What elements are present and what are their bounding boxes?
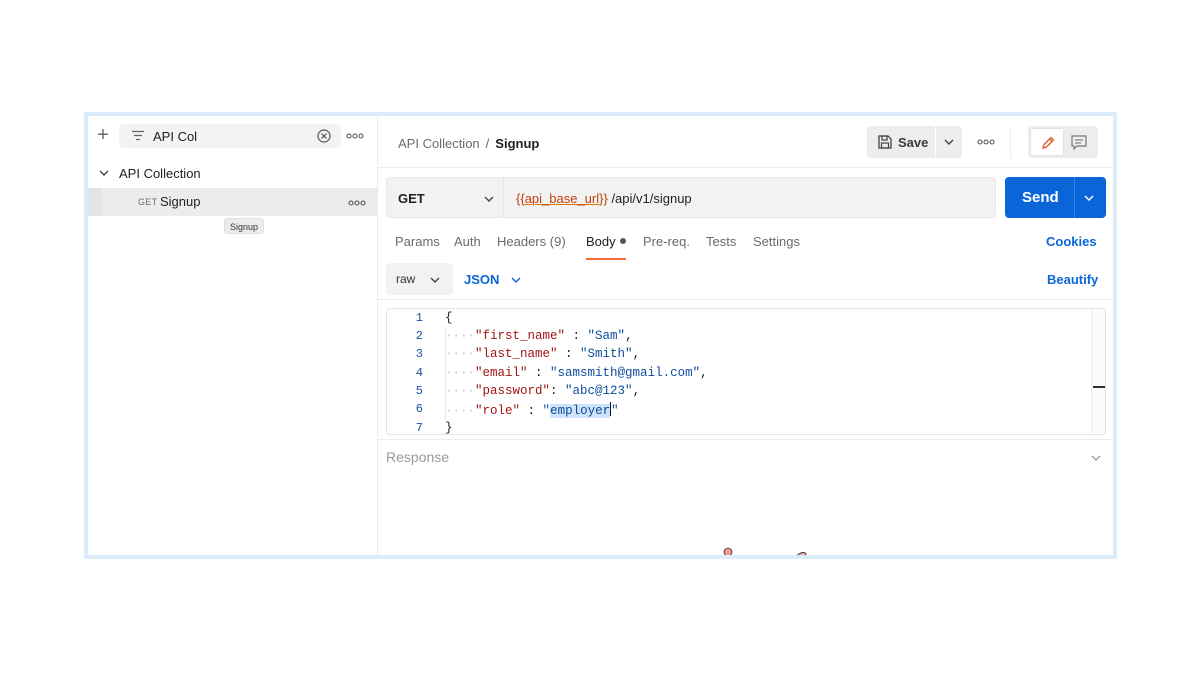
sidebar: + API Col API Collection GET Signup Sign… [88, 116, 378, 555]
modified-dot [619, 238, 626, 244]
request-header: API Collection / Signup Save [378, 116, 1113, 168]
pencil-icon [1042, 136, 1055, 149]
plus-icon[interactable]: + [95, 125, 111, 145]
save-button[interactable]: Save [867, 126, 935, 158]
beautify-button[interactable]: Beautify [1047, 272, 1098, 287]
tab-tests[interactable]: Tests [706, 234, 736, 260]
tab-params[interactable]: Params [395, 234, 440, 260]
url-input[interactable]: {{api_base_url}} /api/v1/signup [504, 177, 996, 218]
sidebar-toolbar: + [88, 116, 378, 158]
url-text: {{api_base_url}} /api/v1/signup [516, 191, 692, 206]
line-number: 6 [415, 402, 423, 416]
line-number: 5 [415, 384, 423, 398]
empty-state-illustration [723, 547, 807, 555]
breadcrumb-current[interactable]: Signup [495, 136, 539, 151]
chevron-down-icon[interactable] [1083, 192, 1095, 204]
collection-item[interactable]: API Collection [88, 162, 378, 186]
cookies-link[interactable]: Cookies [1046, 234, 1097, 249]
filter-icon[interactable] [131, 129, 145, 143]
search-input[interactable] [153, 126, 303, 146]
format-select[interactable]: JSON [462, 263, 532, 295]
send-label: Send [1022, 189, 1059, 206]
divider [378, 299, 1113, 300]
code-line: ····"first_name" : "Sam", [445, 329, 633, 343]
line-number-gutter: 1 2 3 4 5 6 7 [387, 309, 433, 435]
tab-body[interactable]: Body [586, 234, 626, 260]
tab-settings[interactable]: Settings [753, 234, 800, 260]
indent-bar [88, 188, 102, 216]
code-line: ····"email" : "samsmith@gmail.com", [445, 366, 708, 380]
code-line: { [445, 311, 453, 325]
selected-text: employer [550, 404, 611, 418]
breadcrumb-separator: / [485, 136, 490, 151]
format-label: JSON [464, 272, 500, 287]
code-line: ····"last_name" : "Smith", [445, 347, 641, 361]
save-icon [878, 135, 892, 149]
more-options-icon[interactable] [346, 129, 364, 143]
save-dropdown-button[interactable] [936, 126, 962, 158]
request-tabs: Params Auth Headers (9) Body Pre-req. Te… [378, 234, 1113, 260]
request-item-signup[interactable]: GET Signup [88, 188, 378, 216]
chevron-down-icon[interactable] [1090, 452, 1102, 464]
line-number: 4 [415, 366, 423, 380]
chevron-down-icon[interactable] [98, 167, 110, 179]
code-editor[interactable]: 1 2 3 4 5 6 7 { ····"first_name" : "Sam"… [386, 308, 1106, 435]
request-editor: API Collection / Signup Save GET {{api_b… [378, 116, 1113, 555]
more-options-icon[interactable] [348, 197, 366, 209]
chevron-down-icon [944, 139, 954, 145]
method-label: GET [398, 191, 425, 206]
scroll-marker [1093, 386, 1105, 388]
chevron-down-icon [511, 277, 521, 283]
send-divider [1074, 177, 1075, 218]
tab-headers[interactable]: Headers (9) [497, 234, 566, 260]
code-line: } [445, 421, 453, 435]
sidebar-search[interactable] [119, 124, 341, 148]
save-label: Save [898, 135, 929, 150]
tab-auth[interactable]: Auth [454, 234, 481, 260]
clear-search-icon[interactable] [316, 128, 332, 144]
response-panel-header[interactable]: Response [378, 439, 1113, 469]
url-path: /api/v1/signup [607, 191, 692, 206]
breadcrumb: API Collection / Signup [398, 136, 539, 151]
breadcrumb-parent[interactable]: API Collection [398, 136, 480, 151]
chevron-down-icon [430, 277, 440, 283]
more-options-icon[interactable] [977, 136, 995, 148]
view-toggle [1028, 126, 1098, 158]
body-type-label: raw [396, 272, 416, 286]
chevron-down-icon [484, 196, 494, 202]
send-button[interactable]: Send [1005, 177, 1106, 218]
divider [1010, 126, 1011, 158]
tooltip: Signup [224, 218, 265, 234]
code-line: ····"password": "abc@123", [445, 384, 641, 398]
body-type-select[interactable]: raw [386, 263, 453, 295]
app-window: + API Col API Collection GET Signup Sign… [84, 112, 1117, 559]
documentation-icon[interactable] [1070, 134, 1088, 150]
method-select[interactable]: GET [386, 177, 504, 218]
code-line: ····"role" : "employer" [445, 402, 619, 418]
collection-name: API Collection [119, 166, 201, 181]
request-name: Signup [160, 194, 201, 209]
line-number: 3 [415, 347, 423, 361]
method-badge: GET [138, 197, 158, 207]
vertical-scrollbar[interactable] [1091, 309, 1105, 434]
tab-pre-request[interactable]: Pre-req. [643, 234, 690, 260]
edit-view-button[interactable] [1030, 128, 1064, 156]
line-number: 1 [415, 311, 423, 325]
line-number: 2 [415, 329, 423, 343]
url-variable[interactable]: {{api_base_url}} [516, 191, 608, 206]
response-label: Response [386, 449, 450, 465]
line-number: 7 [415, 421, 423, 435]
code-content[interactable]: { ····"first_name" : "Sam", ····"last_na… [445, 309, 1085, 435]
